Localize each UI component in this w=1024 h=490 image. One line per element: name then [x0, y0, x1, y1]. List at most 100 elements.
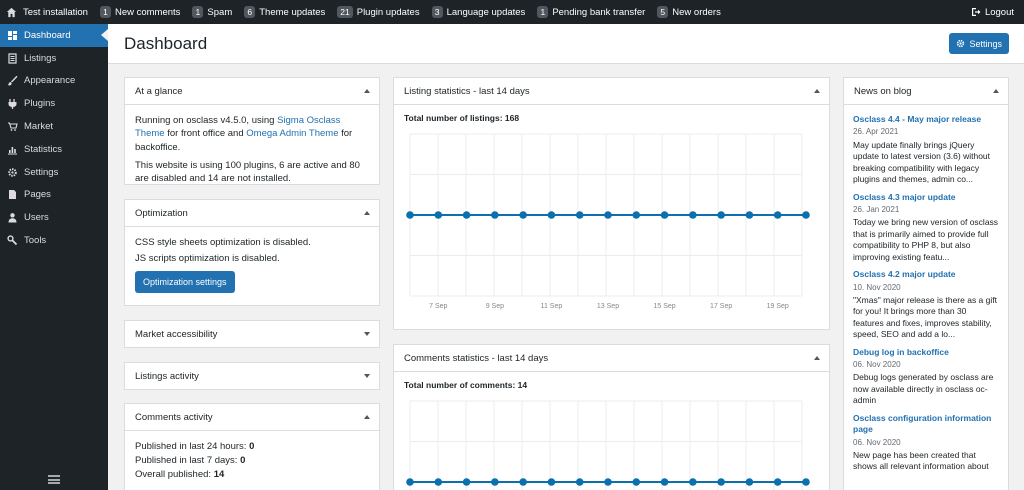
card-title: At a glance [135, 85, 183, 97]
data-point [632, 211, 641, 219]
x-tick-label: 15 Sep [653, 303, 675, 310]
sidebar-item-label: Plugins [24, 98, 56, 110]
optimization-settings-button[interactable]: Optimization settings [135, 270, 235, 294]
data-point [519, 211, 527, 219]
gear-icon [957, 39, 965, 48]
admin-theme-link[interactable]: Omega Admin Theme [246, 128, 338, 139]
card-header[interactable]: Comments statistics - last 14 days [394, 345, 829, 372]
news-title-link[interactable]: Osclass 4.4 - May major release [853, 114, 999, 125]
card-title: Comments activity [135, 411, 213, 423]
card-header[interactable]: Comments activity [125, 404, 379, 431]
topbar-item-plugin-updates[interactable]: 21 Plugin updates [337, 6, 420, 18]
news-title-link[interactable]: Osclass 4.2 major update [853, 269, 999, 280]
data-point [462, 211, 471, 219]
row-label: Published in last 7 days: [135, 454, 241, 466]
topbar-item-pending-bank-transfer[interactable]: 1 Pending bank transfer [537, 6, 645, 18]
topbar-item-label: New comments [114, 6, 181, 18]
sidebar-item-appearance[interactable]: Appearance [0, 70, 108, 93]
data-point [462, 478, 471, 486]
data-point [575, 478, 584, 486]
card-header[interactable]: Market accessibility [125, 321, 379, 348]
collapse-toggle-icon[interactable] [814, 356, 820, 360]
news-title-link[interactable]: Osclass 4.3 major update [853, 192, 999, 203]
market-accessibility-card: Market accessibility [124, 320, 380, 348]
sidebar-item-tools[interactable]: Tools [0, 229, 108, 252]
sidebar-item-statistics[interactable]: Statistics [0, 138, 108, 161]
news-item: Osclass 4.3 major update 26. Jan 2021 Toda… [853, 192, 999, 264]
data-point [660, 478, 669, 486]
sidebar-item-label: Dashboard [24, 29, 71, 41]
data-point [434, 478, 443, 486]
topbar-item-new-comments[interactable]: 1 New comments [99, 6, 181, 18]
topbar-item-label: Theme updates [259, 6, 326, 18]
sidebar-item-plugins[interactable]: Plugins [0, 92, 108, 115]
data-point [604, 211, 612, 219]
data-point [547, 211, 556, 219]
card-title: Listing statistics - last 14 days [404, 85, 530, 97]
sidebar-item-dashboard[interactable]: Dashboard [0, 24, 108, 47]
listings-icon [7, 53, 18, 64]
card-title: Comments statistics - last 14 days [404, 352, 549, 364]
news-title-link[interactable]: Debug log in backoffice [853, 347, 999, 358]
count-badge: 21 [337, 6, 353, 18]
card-header[interactable]: News on blog [844, 78, 1008, 105]
chart-icon [7, 144, 18, 155]
collapse-toggle-icon[interactable] [814, 89, 820, 93]
expand-toggle-icon[interactable] [364, 332, 370, 336]
row-value: 14 [213, 468, 225, 480]
listing-statistics-card: Listing statistics - last 14 days Total … [393, 77, 830, 330]
news-item: Debug log in backoffice 06. Nov 2020 Debug… [853, 347, 999, 407]
collapse-menu-icon[interactable] [48, 475, 60, 484]
collapse-toggle-icon[interactable] [364, 89, 370, 93]
news-excerpt: New page has been created that shows all… [853, 449, 989, 472]
x-tick-label: 19 Sep [767, 303, 789, 310]
version-info: Running on osclass v4.5.0, using Sigma O… [135, 115, 353, 153]
js-optimization-status: JS scripts optimization is disabled. [135, 253, 280, 265]
count-badge: 3 [431, 6, 443, 18]
topbar-item-new-orders[interactable]: 5 New orders [657, 6, 721, 18]
topbar-item-label: Spam [207, 6, 233, 18]
comments-line-chart [406, 400, 810, 490]
sidebar-item-users[interactable]: Users [0, 206, 108, 229]
card-header[interactable]: Listing statistics - last 14 days [394, 78, 829, 105]
data-point [491, 478, 499, 486]
sidebar-item-pages[interactable]: Pages [0, 184, 108, 207]
topbar-item-spam[interactable]: 1 Spam [192, 6, 232, 18]
card-header[interactable]: Optimization [125, 200, 379, 227]
site-name: Test installation [23, 6, 88, 18]
collapse-toggle-icon[interactable] [364, 415, 370, 419]
site-home-link[interactable]: Test installation [6, 7, 88, 18]
data-point [604, 478, 612, 486]
card-header[interactable]: At a glance [125, 78, 379, 105]
brush-icon [7, 75, 18, 86]
topbar-item-language-updates[interactable]: 3 Language updates [431, 6, 525, 18]
topbar-item-theme-updates[interactable]: 6 Theme updates [244, 6, 325, 18]
comments-statistics-card: Comments statistics - last 14 days Total… [393, 344, 830, 490]
settings-button[interactable]: Settings [949, 33, 1009, 54]
data-point [689, 211, 697, 219]
sidebar-item-listings[interactable]: Listings [0, 47, 108, 70]
data-point [773, 478, 782, 486]
collapse-toggle-icon[interactable] [364, 211, 370, 215]
x-tick-label: 9 Sep [486, 303, 504, 310]
collapse-toggle-icon[interactable] [993, 89, 999, 93]
news-date: 06. Nov 2020 [853, 437, 901, 447]
sidebar-item-settings[interactable]: Settings [0, 161, 108, 184]
row-value: 0 [240, 454, 246, 466]
sidebar-item-label: Users [24, 212, 49, 224]
logout-icon [971, 8, 981, 16]
logout-link[interactable]: Logout [971, 0, 1014, 24]
card-title: News on blog [854, 85, 912, 97]
card-header[interactable]: Listings activity [125, 363, 379, 390]
total-comments-label: Total number of comments: 14 [404, 380, 528, 390]
data-point [406, 211, 414, 219]
x-tick-label: 11 Sep [541, 303, 563, 310]
sidebar-item-market[interactable]: Market [0, 115, 108, 138]
expand-toggle-icon[interactable] [364, 374, 370, 378]
sidebar-item-label: Market [24, 121, 54, 133]
sidebar-item-label: Statistics [24, 143, 63, 155]
news-item: Osclass 4.4 - May major release 26. Apr 2… [853, 114, 999, 186]
news-title-link[interactable]: Osclass configuration information page [853, 413, 999, 436]
news-excerpt: Today we bring new version of osclass th… [853, 217, 999, 262]
page-icon [7, 189, 18, 200]
